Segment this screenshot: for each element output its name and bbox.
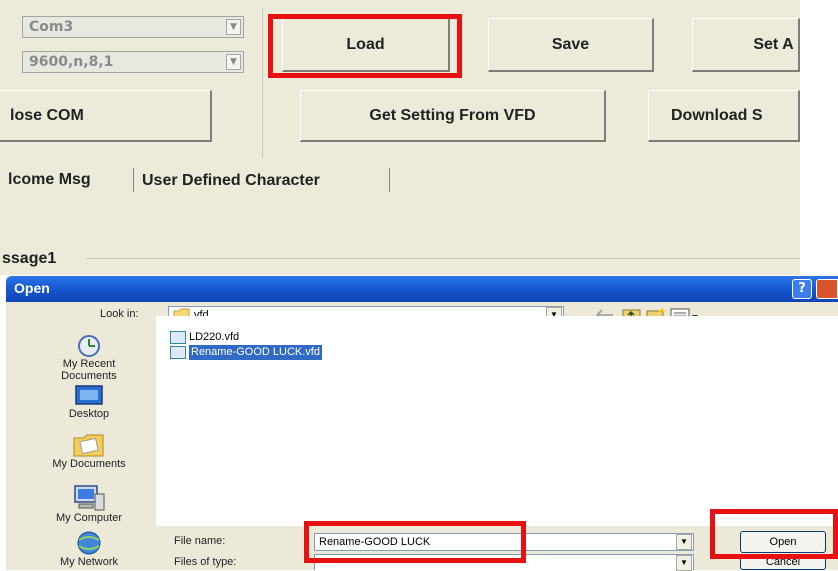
look-in-label: Look in: [100, 308, 139, 320]
file-name-highlight-box [304, 521, 526, 563]
my-computer-icon [74, 485, 105, 511]
tab-separator [389, 168, 390, 192]
place-label: My Computer [55, 512, 123, 524]
chevron-down-icon[interactable]: ▼ [676, 534, 692, 550]
settings-combo[interactable]: 9600,n,8,1 ▼ [22, 51, 244, 73]
my-network-icon [77, 531, 101, 555]
chevron-down-icon[interactable]: ▼ [226, 19, 241, 35]
vfd-app-window: Com3 ▼ 9600,n,8,1 ▼ Load Save Set A lose… [0, 0, 800, 275]
file-icon [170, 346, 186, 359]
file-list[interactable]: LD220.vfd Rename-GOOD LUCK.vfd [156, 316, 838, 526]
place-my-recent-documents[interactable]: My Recent Documents [34, 332, 144, 382]
place-desktop[interactable]: Desktop [34, 384, 144, 420]
file-type-label: Files of type: [174, 556, 237, 568]
my-documents-icon [73, 434, 104, 457]
place-my-network[interactable]: My Network [34, 530, 144, 568]
set-button[interactable]: Set A [692, 18, 800, 72]
group-divider [262, 8, 263, 158]
set-button-label: Set A [753, 35, 794, 53]
tab-welcome-msg[interactable]: lcome Msg [8, 171, 91, 189]
tab-user-defined-character[interactable]: User Defined Character [142, 172, 320, 190]
file-name: Rename-GOOD LUCK.vfd [189, 345, 322, 360]
get-setting-button[interactable]: Get Setting From VFD [300, 90, 606, 142]
help-button[interactable]: ? [792, 279, 812, 299]
group-line [86, 258, 800, 259]
message-group-label: ssage1 [2, 250, 57, 267]
place-label: My Network [59, 556, 119, 568]
file-icon [170, 331, 186, 344]
place-label: My Recent Documents [61, 358, 117, 382]
desktop-icon [75, 385, 103, 405]
settings-value: 9600,n,8,1 [29, 54, 114, 70]
save-button[interactable]: Save [488, 18, 654, 72]
chevron-down-icon[interactable]: ▼ [226, 54, 241, 70]
place-label: My Documents [52, 458, 126, 470]
file-item-rename-good-luck[interactable]: Rename-GOOD LUCK.vfd [170, 345, 322, 360]
open-button-highlight-box [710, 509, 838, 559]
place-my-computer[interactable]: My Computer [34, 484, 144, 524]
tab-separator [133, 168, 134, 192]
file-item-ld220[interactable]: LD220.vfd [170, 330, 239, 345]
load-highlight-box [268, 14, 462, 78]
chevron-down-icon[interactable]: ▼ [676, 555, 692, 571]
port-value: Com3 [29, 19, 74, 35]
recent-documents-icon [78, 335, 100, 357]
open-file-dialog: Open ? Look in: vfd ▼ My Recent Document… [6, 276, 838, 571]
place-label: Desktop [68, 408, 110, 420]
file-name-label: File name: [174, 535, 226, 547]
download-button[interactable]: Download S [648, 90, 800, 142]
dialog-title: Open [14, 280, 50, 296]
place-my-documents[interactable]: My Documents [34, 430, 144, 470]
dialog-title-bar[interactable]: Open ? [6, 276, 838, 302]
close-com-button[interactable]: lose COM [0, 90, 212, 142]
file-name: LD220.vfd [189, 331, 240, 343]
port-combo[interactable]: Com3 ▼ [22, 16, 244, 38]
close-button[interactable] [816, 279, 838, 299]
